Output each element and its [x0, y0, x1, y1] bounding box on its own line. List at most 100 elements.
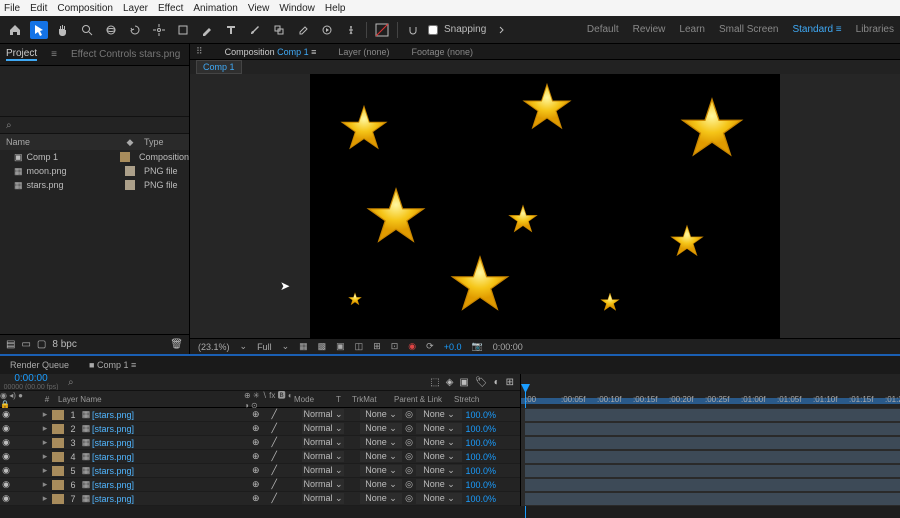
hdr-layer-name[interactable]: Layer Name [54, 395, 244, 404]
tl-icon-3[interactable]: ▣ [459, 377, 468, 388]
parent-dropdown[interactable]: None ⌄ [416, 465, 462, 476]
mode-dropdown[interactable]: Normal ⌄ [302, 423, 344, 434]
pen-tool-icon[interactable] [198, 21, 216, 39]
trkmat-dropdown[interactable]: None ⌄ [360, 451, 402, 462]
trkmat-dropdown[interactable]: None ⌄ [360, 409, 402, 420]
zoom-tool-icon[interactable] [78, 21, 96, 39]
star-layer[interactable] [348, 292, 362, 306]
tl-icon-5[interactable]: ◐ [494, 377, 500, 388]
workspace-small-screen[interactable]: Small Screen [719, 24, 778, 35]
pickwhip-icon[interactable]: ◎ [402, 493, 416, 504]
star-layer[interactable] [522, 82, 572, 132]
star-layer[interactable] [600, 292, 620, 312]
star-layer[interactable] [450, 254, 510, 314]
label-color[interactable] [52, 424, 64, 434]
trkmat-dropdown[interactable]: None ⌄ [360, 465, 402, 476]
workspace-libraries[interactable]: Libraries [856, 24, 894, 35]
roi-icon[interactable]: ◫ [355, 341, 364, 352]
menu-layer[interactable]: Layer [123, 3, 148, 14]
interpret-icon[interactable]: ▤ [6, 339, 15, 350]
twirl-icon[interactable]: ▸ [40, 451, 50, 462]
hdr-parent[interactable]: Parent & Link [394, 395, 454, 404]
tab-composition[interactable]: Composition Comp 1 ≡ [225, 47, 317, 57]
tab-project[interactable]: Project [6, 48, 37, 61]
parent-dropdown[interactable]: None ⌄ [416, 479, 462, 490]
toggle-mask-icon[interactable]: ▣ [336, 341, 345, 352]
workspace-default[interactable]: Default [587, 24, 619, 35]
proj-header-name[interactable]: Name [0, 137, 122, 147]
layer-row[interactable]: ◉▸4▦[stars.png]⊕╱Normal ⌄None ⌄◎None ⌄10… [0, 450, 520, 464]
menu-composition[interactable]: Composition [57, 3, 113, 14]
stretch-value[interactable]: 100.0% [462, 410, 502, 420]
workspace-learn[interactable]: Learn [679, 24, 705, 35]
snapshot-icon[interactable]: 📷 [471, 341, 482, 352]
label-color[interactable] [52, 452, 64, 462]
hand-tool-icon[interactable] [54, 21, 72, 39]
twirl-icon[interactable]: ▸ [40, 465, 50, 476]
layer-row[interactable]: ◉▸5▦[stars.png]⊕╱Normal ⌄None ⌄◎None ⌄10… [0, 464, 520, 478]
project-item[interactable]: ▦stars.pngPNG file [0, 178, 189, 192]
layer-bar[interactable] [525, 451, 900, 463]
eye-icon[interactable]: ◉ [0, 465, 12, 476]
eye-icon[interactable]: ◉ [0, 451, 12, 462]
snap-opt-icon[interactable] [492, 21, 510, 39]
twirl-icon[interactable]: ▸ [40, 409, 50, 420]
tab-render-queue[interactable]: Render Queue [10, 360, 69, 370]
tl-icon-1[interactable]: ⬚ [430, 377, 439, 388]
channel-icon[interactable]: ◉ [408, 341, 416, 352]
eye-icon[interactable]: ◉ [0, 409, 12, 420]
trkmat-dropdown[interactable]: None ⌄ [360, 423, 402, 434]
pickwhip-icon[interactable]: ◎ [402, 437, 416, 448]
menu-file[interactable]: File [4, 3, 20, 14]
proj-header-label[interactable]: ◆ [122, 137, 138, 148]
tab-timeline-comp[interactable]: ■ Comp 1 ≡ [89, 360, 136, 370]
layer-row[interactable]: ◉▸2▦[stars.png]⊕╱Normal ⌄None ⌄◎None ⌄10… [0, 422, 520, 436]
label-color[interactable] [52, 466, 64, 476]
label-color[interactable] [52, 410, 64, 420]
proj-header-type[interactable]: Type [138, 137, 189, 147]
mode-dropdown[interactable]: Normal ⌄ [302, 437, 344, 448]
stretch-value[interactable]: 100.0% [462, 466, 502, 476]
mode-dropdown[interactable]: Normal ⌄ [302, 451, 344, 462]
panel-grip-icon[interactable]: ⠿ [196, 46, 203, 57]
stretch-value[interactable]: 100.0% [462, 452, 502, 462]
twirl-icon[interactable]: ▸ [40, 479, 50, 490]
mode-dropdown[interactable]: Normal ⌄ [302, 479, 344, 490]
stretch-value[interactable]: 100.0% [462, 480, 502, 490]
menu-view[interactable]: View [248, 3, 270, 14]
viewer[interactable]: ➤ [190, 74, 900, 338]
roto-tool-icon[interactable] [318, 21, 336, 39]
workspace-standard[interactable]: Standard ≡ [792, 24, 841, 35]
toggle-transp-icon[interactable]: ▩ [318, 341, 327, 352]
resolution-dropdown[interactable]: Full [257, 342, 272, 352]
tab-effect-controls[interactable]: Effect Controls stars.png [71, 49, 180, 60]
star-layer[interactable] [670, 224, 704, 258]
parent-dropdown[interactable]: None ⌄ [416, 493, 462, 504]
home-icon[interactable] [6, 21, 24, 39]
zoom-dropdown[interactable]: (23.1%) [198, 342, 230, 352]
selection-tool-icon[interactable] [30, 21, 48, 39]
star-layer[interactable] [366, 186, 426, 246]
project-item[interactable]: ▣Comp 1Composition [0, 150, 189, 164]
rect-tool-icon[interactable] [174, 21, 192, 39]
fill-swatch[interactable] [373, 21, 391, 39]
stretch-value[interactable]: 100.0% [462, 438, 502, 448]
menu-help[interactable]: Help [325, 3, 346, 14]
tl-icon-2[interactable]: ◈ [446, 377, 454, 388]
twirl-icon[interactable]: ▸ [40, 493, 50, 504]
tab-menu-icon[interactable]: ≡ [51, 49, 57, 60]
composition-canvas[interactable] [310, 74, 780, 338]
stretch-value[interactable]: 100.0% [462, 494, 502, 504]
new-comp-icon[interactable]: ▭ [21, 339, 30, 350]
snapping-checkbox[interactable] [428, 25, 438, 35]
preview-time[interactable]: 0:00:00 [493, 342, 523, 352]
orbit-tool-icon[interactable] [102, 21, 120, 39]
star-layer[interactable] [340, 104, 388, 152]
tl-icon-6[interactable]: ⊞ [506, 377, 514, 388]
puppet-tool-icon[interactable] [342, 21, 360, 39]
tab-footage[interactable]: Footage (none) [411, 47, 473, 57]
layer-row[interactable]: ◉▸1▦[stars.png]⊕╱Normal ⌄None ⌄◎None ⌄10… [0, 408, 520, 422]
time-ruler[interactable]: :00:00:05f:00:10f:00:15f:00:20f:00:25f:0… [520, 374, 900, 408]
brush-tool-icon[interactable] [246, 21, 264, 39]
bpc-button[interactable]: 8 bpc [52, 339, 76, 350]
